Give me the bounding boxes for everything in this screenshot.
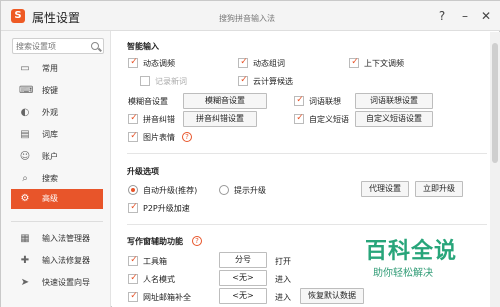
search-icon: ⌕ [22, 173, 28, 184]
custom-phrase-label: 自定义短语 [309, 115, 349, 124]
user-icon: ☺ [19, 151, 31, 162]
p2p-label: P2P升级加速 [143, 204, 190, 213]
sidebar-item-label: 常用 [42, 64, 58, 73]
prompt-upgrade-label: 提示升级 [234, 186, 266, 195]
watermark-title: 百科全说 [365, 239, 458, 264]
help-button[interactable]: ? [434, 8, 450, 24]
word-association-settings-button[interactable]: 词语联想设置 [355, 93, 433, 109]
auto-upgrade-label: 自动升级(推荐) [143, 186, 198, 195]
search-box[interactable] [12, 38, 104, 54]
palette-icon: ◐ [20, 107, 30, 118]
word-association-label: 词语联想 [309, 97, 341, 106]
sidebar-item-wizard[interactable]: ➤ 快速设置向导 [11, 273, 103, 293]
keyboard-icon: ⌨ [19, 85, 34, 96]
section-divider [127, 224, 487, 225]
proxy-settings-button[interactable]: 代理设置 [361, 181, 409, 197]
context-freq-label: 上下文调频 [364, 59, 404, 68]
toolbox-checkbox[interactable] [128, 255, 139, 266]
title-bar: S 属性设置 搜狗拼音输入法 ? – ✕ [1, 1, 500, 31]
picture-emoji-label: 图片表情 [143, 133, 175, 142]
sidebar-item-label: 搜索 [42, 174, 58, 183]
sidebar-item-label: 输入法修复器 [42, 256, 90, 265]
person-mode-checkbox[interactable] [128, 273, 139, 284]
toolbox-hotkey-field[interactable]: 分号 [219, 252, 267, 268]
search-icon[interactable] [91, 42, 99, 50]
p2p-checkbox[interactable] [128, 202, 139, 213]
settings-content: 智能输入 动态调频 动态组词 上下文调频 记录新词 云计算候选 模糊音设置 模糊… [112, 32, 500, 307]
minimize-button[interactable]: – [457, 8, 473, 24]
dynamic-phrase-checkbox[interactable] [238, 57, 249, 68]
wizard-icon: ➤ [20, 277, 30, 288]
sidebar-item-label: 输入法管理器 [42, 234, 90, 243]
sogou-logo-icon: S [11, 9, 25, 23]
cloud-candidates-label: 云计算候选 [253, 77, 293, 86]
sidebar-item-manager[interactable]: ▦ 输入法管理器 [11, 229, 103, 249]
pinyin-correct-checkbox[interactable] [128, 113, 139, 124]
help-icon[interactable]: ? [192, 236, 202, 246]
settings-window: S 属性设置 搜狗拼音输入法 ? – ✕ ▭ 常用 ⌨ 按键 ◐ 外观 ▤ 词库… [0, 0, 500, 307]
word-association-checkbox[interactable] [294, 95, 305, 106]
sidebar-item-account[interactable]: ☺ 账户 [11, 147, 103, 167]
picture-emoji-checkbox[interactable] [128, 131, 139, 142]
sidebar-divider [11, 221, 103, 222]
gear-icon: ⚙ [20, 193, 30, 204]
sidebar-item-label: 按键 [42, 86, 58, 95]
sidebar: ▭ 常用 ⌨ 按键 ◐ 外观 ▤ 词库 ☺ 账户 ⌕ 搜索 ⚙ 高级 ▦ [1, 31, 111, 307]
sidebar-item-common[interactable]: ▭ 常用 [11, 59, 103, 79]
sidebar-item-label: 快速设置向导 [42, 278, 90, 287]
sidebar-item-lexicon[interactable]: ▤ 词库 [11, 125, 103, 145]
sidebar-item-advanced[interactable]: ⚙ 高级 [11, 189, 103, 209]
record-new-words-label: 记录新词 [155, 77, 187, 86]
sidebar-item-label: 高级 [42, 194, 58, 203]
monitor-icon: ▭ [20, 63, 30, 74]
section-title-smart-input: 智能输入 [127, 42, 159, 51]
record-new-words-checkbox[interactable] [140, 76, 150, 86]
prompt-upgrade-radio[interactable] [219, 185, 229, 195]
app-subtitle: 搜狗拼音输入法 [219, 14, 275, 23]
manager-icon: ▦ [20, 233, 30, 244]
sidebar-item-search[interactable]: ⌕ 搜索 [11, 169, 103, 189]
sidebar-item-keys[interactable]: ⌨ 按键 [11, 81, 103, 101]
pinyin-correct-label: 拼音纠错 [143, 115, 175, 124]
url-email-action-label: 进入 [275, 293, 291, 302]
pinyin-correct-settings-button[interactable]: 拼音纠错设置 [183, 111, 257, 127]
dynamic-freq-label: 动态调频 [143, 59, 175, 68]
book-icon: ▤ [20, 129, 30, 140]
dynamic-phrase-label: 动态组词 [253, 59, 285, 68]
cloud-candidates-checkbox[interactable] [238, 75, 249, 86]
url-email-hotkey-field[interactable]: <无> [219, 288, 267, 304]
close-button[interactable]: ✕ [478, 8, 494, 24]
window-title: 属性设置 [32, 11, 81, 25]
sidebar-item-label: 账户 [42, 152, 58, 161]
url-email-label: 网址邮箱补全 [143, 293, 191, 302]
section-title-writing-assist: 写作窗辅助功能 [127, 237, 183, 246]
person-mode-hotkey-field[interactable]: <无> [219, 270, 267, 286]
url-email-checkbox[interactable] [128, 291, 139, 302]
toolbox-action-label: 打开 [275, 257, 291, 266]
upgrade-now-button[interactable]: 立即升级 [415, 181, 463, 197]
section-title-upgrade: 升级选项 [127, 167, 159, 176]
fuzzy-sound-label: 模糊音设置 [128, 97, 168, 106]
section-divider [127, 153, 487, 154]
sidebar-item-label: 外观 [42, 108, 58, 117]
custom-phrase-settings-button[interactable]: 自定义短语设置 [355, 111, 433, 127]
restore-default-button[interactable]: 恢复默认数据 [300, 288, 364, 304]
auto-upgrade-radio[interactable] [128, 185, 138, 195]
fuzzy-sound-settings-button[interactable]: 模糊音设置 [183, 93, 267, 109]
person-mode-label: 人名模式 [143, 275, 175, 284]
sidebar-item-appearance[interactable]: ◐ 外观 [11, 103, 103, 123]
custom-phrase-checkbox[interactable] [294, 113, 305, 124]
context-freq-checkbox[interactable] [349, 57, 360, 68]
sidebar-item-label: 词库 [42, 130, 58, 139]
watermark-subtitle: 助你轻松解决 [373, 268, 433, 279]
dynamic-freq-checkbox[interactable] [128, 57, 139, 68]
toolbox-label: 工具箱 [143, 257, 167, 266]
person-mode-action-label: 进入 [275, 275, 291, 284]
search-input[interactable] [16, 40, 88, 52]
help-icon[interactable]: ? [182, 132, 192, 142]
sidebar-item-repair[interactable]: ✚ 输入法修复器 [11, 251, 103, 271]
repair-icon: ✚ [20, 255, 30, 266]
scrollbar-thumb[interactable] [492, 43, 498, 163]
